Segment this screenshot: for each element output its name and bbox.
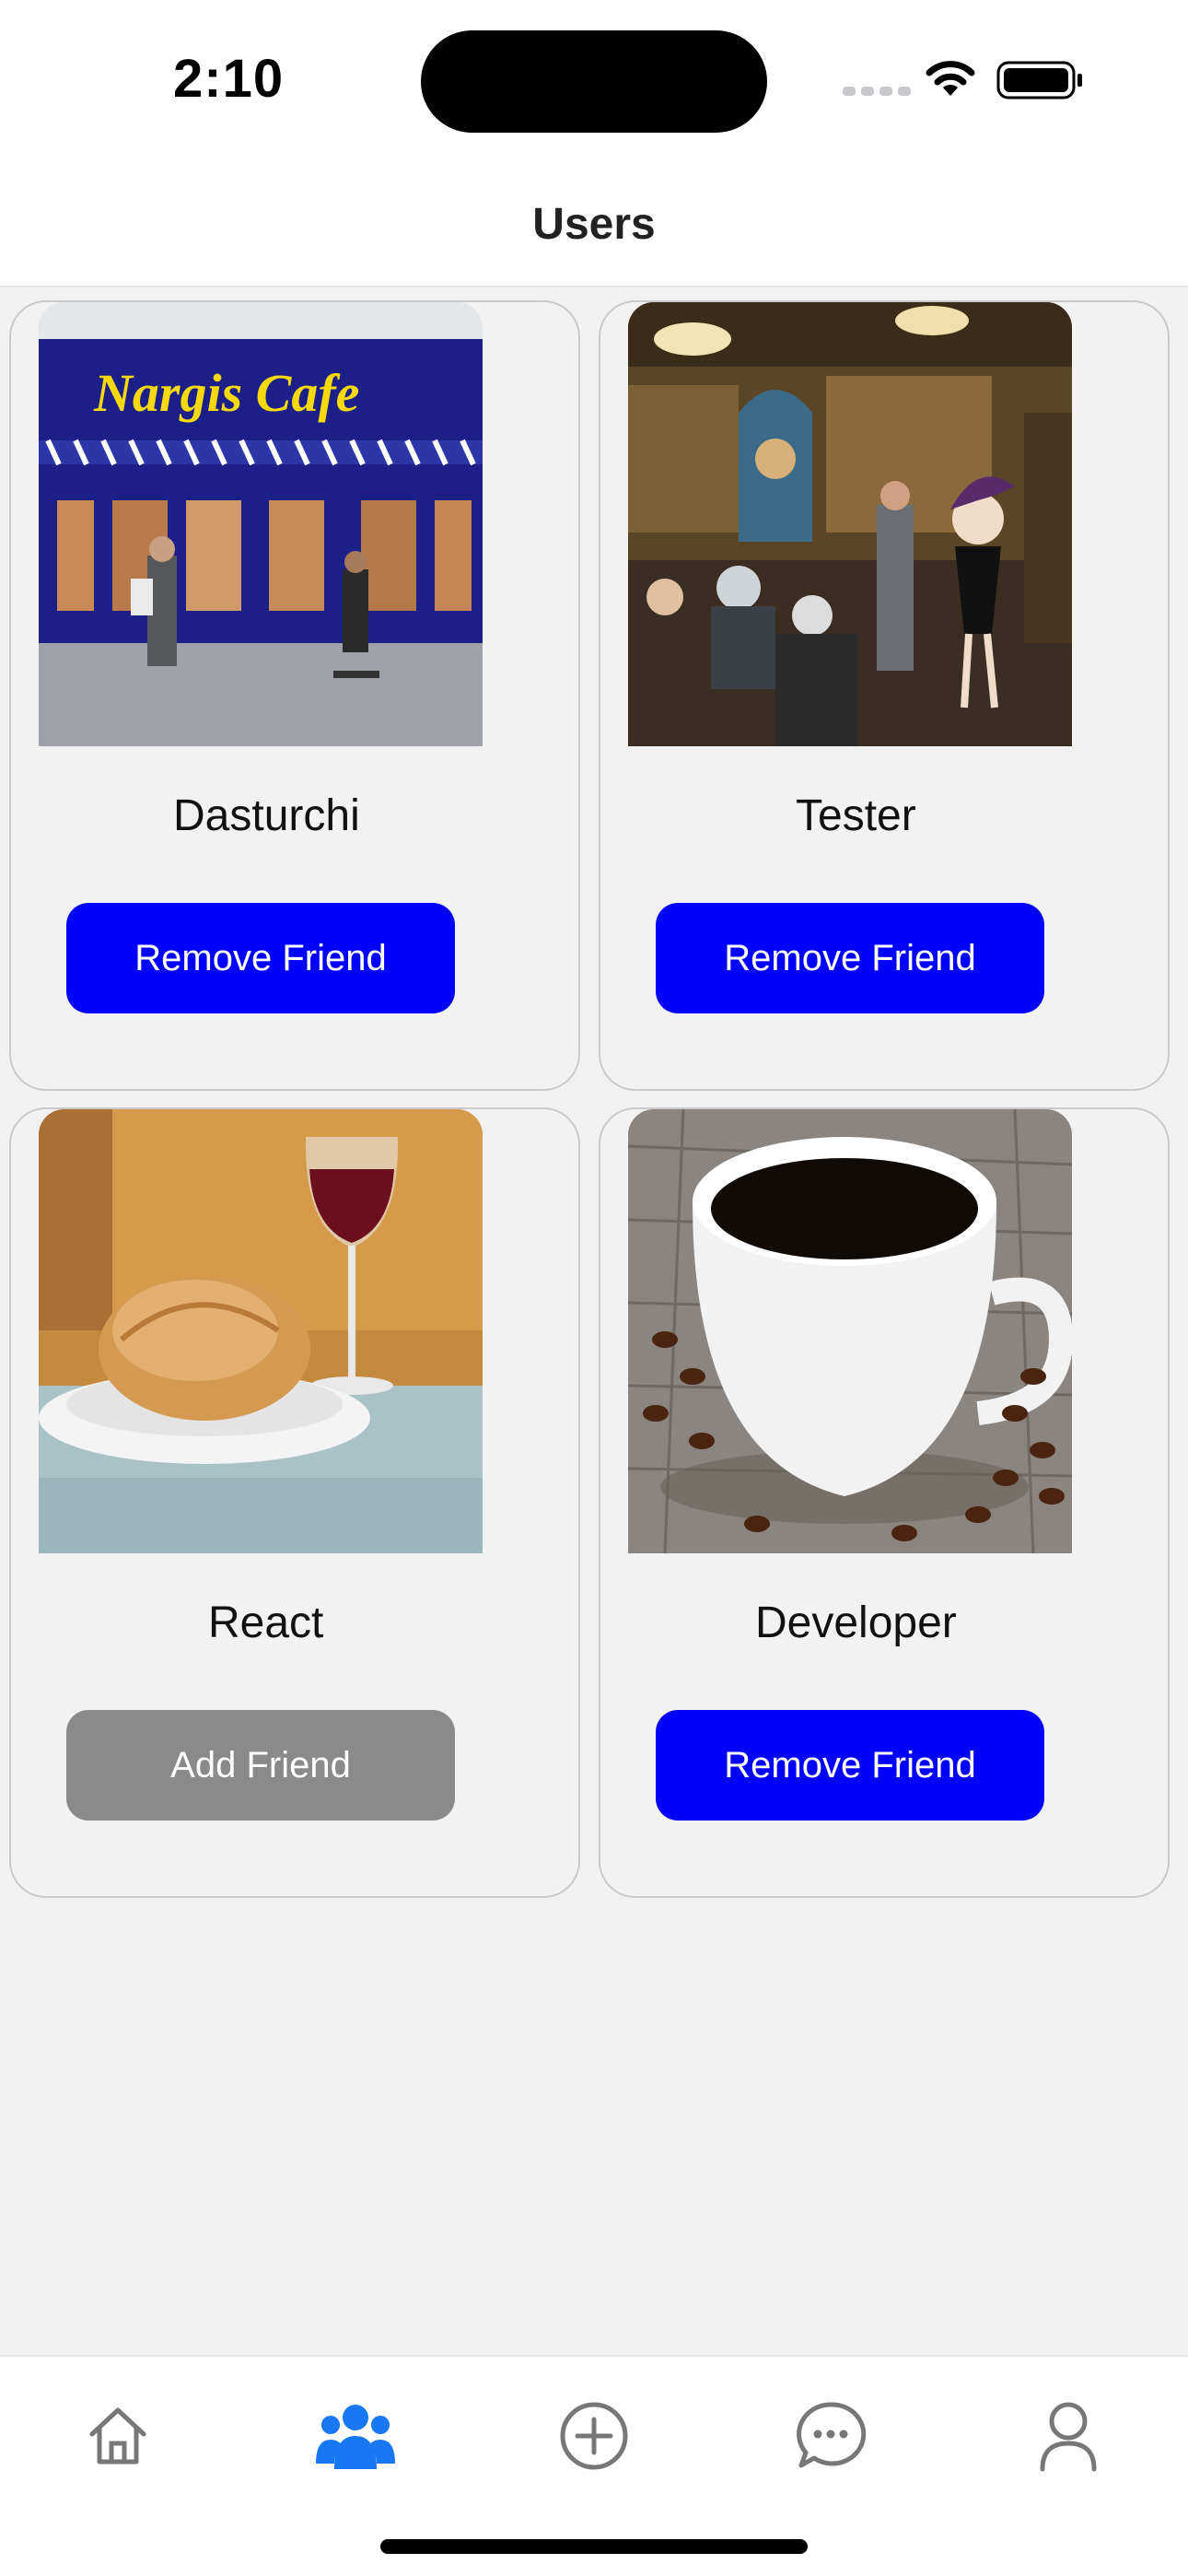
status-bar: 2:10 <box>0 0 1188 157</box>
navigation-header: Users <box>0 157 1188 287</box>
user-card: React Add Friend <box>9 1107 580 1898</box>
user-name: Developer <box>755 1598 957 1647</box>
dynamic-island <box>421 30 767 133</box>
tab-add[interactable] <box>539 2390 649 2482</box>
user-name: React <box>208 1598 324 1647</box>
profile-icon <box>1040 2402 1097 2472</box>
user-card: Nargis Cafe Dasturchi Remove Friend <box>9 300 580 1091</box>
user-photo <box>628 1109 1072 1553</box>
tab-profile[interactable] <box>1013 2390 1124 2482</box>
chat-icon <box>797 2402 867 2468</box>
user-name: Dasturchi <box>173 791 360 840</box>
users-icon <box>316 2405 395 2469</box>
signal-icon <box>843 87 911 96</box>
home-icon <box>89 2407 146 2465</box>
user-card: Tester Remove Friend <box>599 300 1170 1091</box>
remove-friend-button[interactable]: Remove Friend <box>66 903 455 1013</box>
page-title: Users <box>532 200 656 249</box>
status-time: 2:10 <box>173 49 285 109</box>
tab-chat[interactable] <box>775 2390 886 2482</box>
user-card: Developer Remove Friend <box>599 1107 1170 1898</box>
user-photo: Nargis Cafe <box>39 302 483 746</box>
tab-users[interactable] <box>300 2390 411 2482</box>
add-circle-icon <box>560 2402 628 2470</box>
tab-home[interactable] <box>63 2390 173 2482</box>
wifi-icon <box>926 61 975 96</box>
user-photo <box>39 1109 483 1553</box>
remove-friend-button[interactable]: Remove Friend <box>656 1710 1044 1821</box>
user-name: Tester <box>796 791 916 840</box>
user-photo <box>628 302 1072 746</box>
cafe-sign-text: Nargis Cafe <box>93 363 359 423</box>
users-grid: Nargis Cafe Dasturchi Remove Friend Test… <box>9 300 1171 1898</box>
add-friend-button[interactable]: Add Friend <box>66 1710 455 1821</box>
home-indicator[interactable] <box>380 2539 808 2554</box>
battery-icon <box>996 61 1082 100</box>
remove-friend-button[interactable]: Remove Friend <box>656 903 1044 1013</box>
